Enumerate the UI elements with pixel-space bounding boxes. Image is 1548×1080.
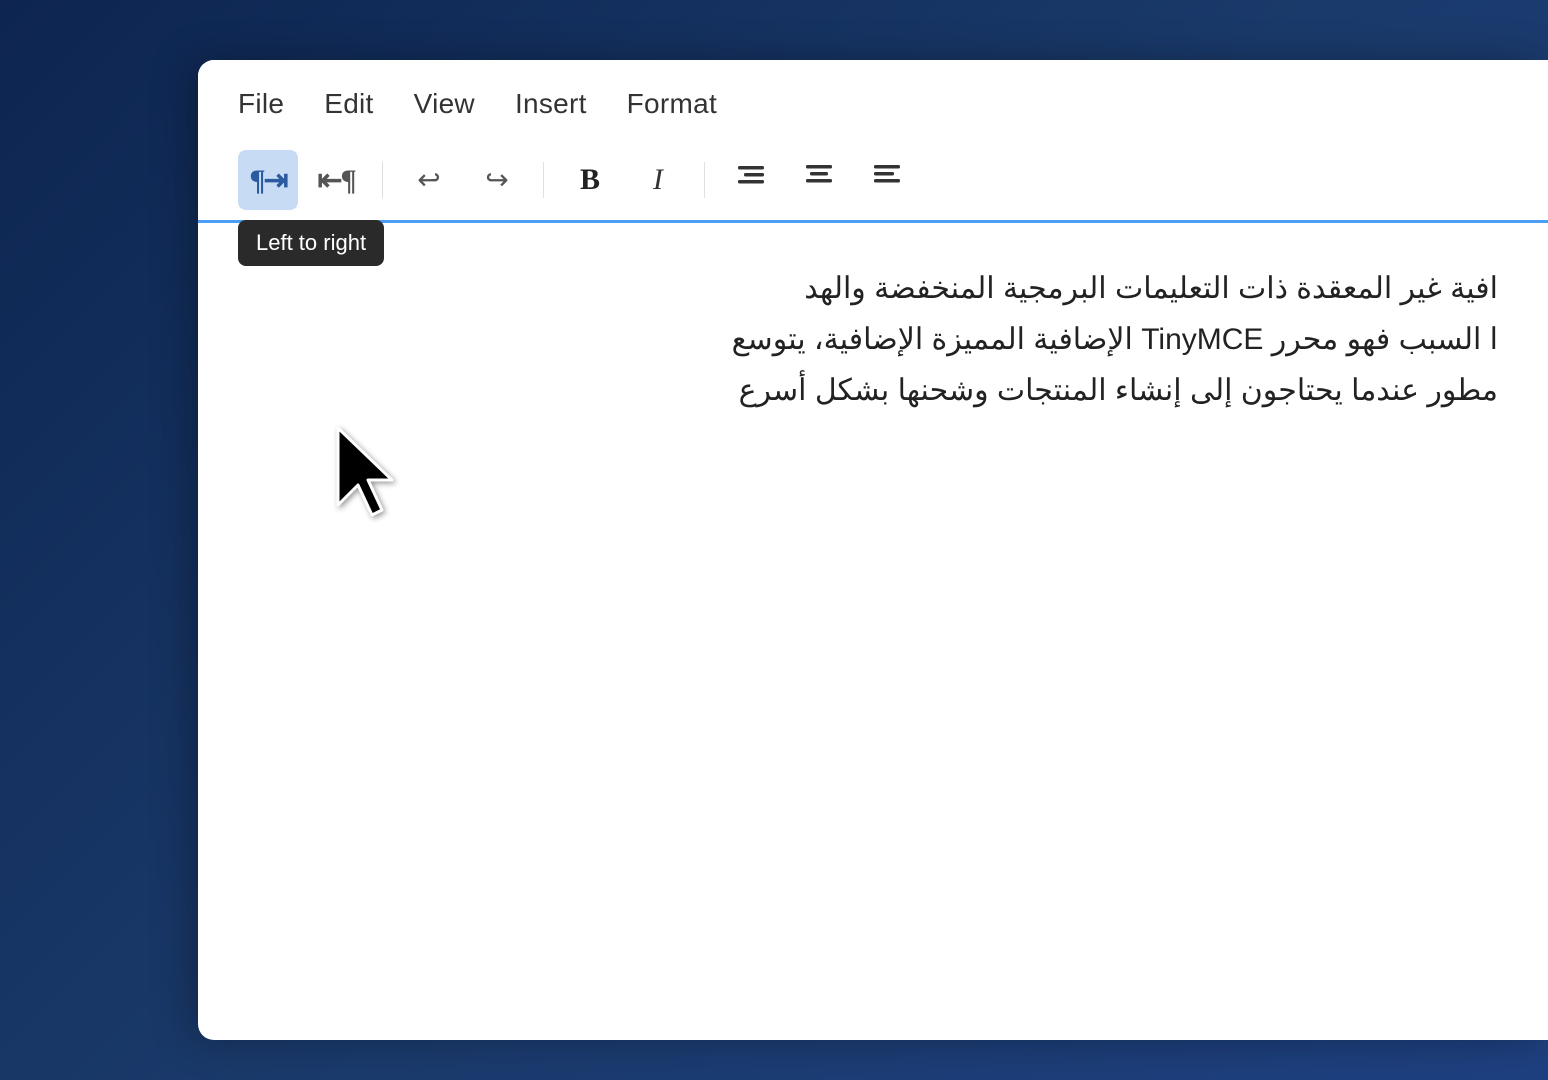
undo-icon: ↩: [417, 163, 440, 197]
align-center-button[interactable]: [789, 150, 849, 210]
ltr-icon: ¶⇥: [249, 163, 286, 198]
align-right-icon: [736, 164, 766, 197]
align-center-icon: [804, 163, 834, 197]
menu-edit[interactable]: Edit: [324, 88, 373, 120]
redo-button[interactable]: ↪: [467, 150, 527, 210]
redo-icon: ↪: [485, 163, 508, 197]
editor-text-line-3: مطور عندما يحتاجون إلى إنشاء المنتجات وش…: [248, 365, 1498, 416]
separator-1: [382, 162, 383, 198]
toolbar: ¶⇥ Left to right ⇤¶ ↩ ↪ B I: [198, 140, 1548, 223]
undo-button[interactable]: ↩: [399, 150, 459, 210]
menu-insert[interactable]: Insert: [515, 88, 587, 120]
italic-icon: I: [653, 163, 663, 197]
rtl-icon: ⇤¶: [317, 163, 354, 198]
editor-text-line-1: افية غير المعقدة ذات التعليمات البرمجية …: [248, 263, 1498, 314]
menu-file[interactable]: File: [238, 88, 284, 120]
align-left-icon: [872, 163, 902, 197]
bold-icon: B: [580, 163, 600, 197]
align-right-button[interactable]: [721, 150, 781, 210]
ltr-button[interactable]: ¶⇥ Left to right: [238, 150, 298, 210]
editor-content[interactable]: افية غير المعقدة ذات التعليمات البرمجية …: [198, 223, 1548, 456]
menu-view[interactable]: View: [414, 88, 475, 120]
separator-3: [704, 162, 705, 198]
bold-button[interactable]: B: [560, 150, 620, 210]
menu-bar: File Edit View Insert Format: [198, 60, 1548, 140]
editor-window: File Edit View Insert Format ¶⇥ Left to …: [198, 60, 1548, 1040]
italic-button[interactable]: I: [628, 150, 688, 210]
rtl-button[interactable]: ⇤¶: [306, 150, 366, 210]
align-left-button[interactable]: [857, 150, 917, 210]
menu-format[interactable]: Format: [627, 88, 717, 120]
separator-2: [543, 162, 544, 198]
editor-text-line-2: ا السبب فهو محرر TinyMCE الإضافية المميز…: [248, 314, 1498, 365]
